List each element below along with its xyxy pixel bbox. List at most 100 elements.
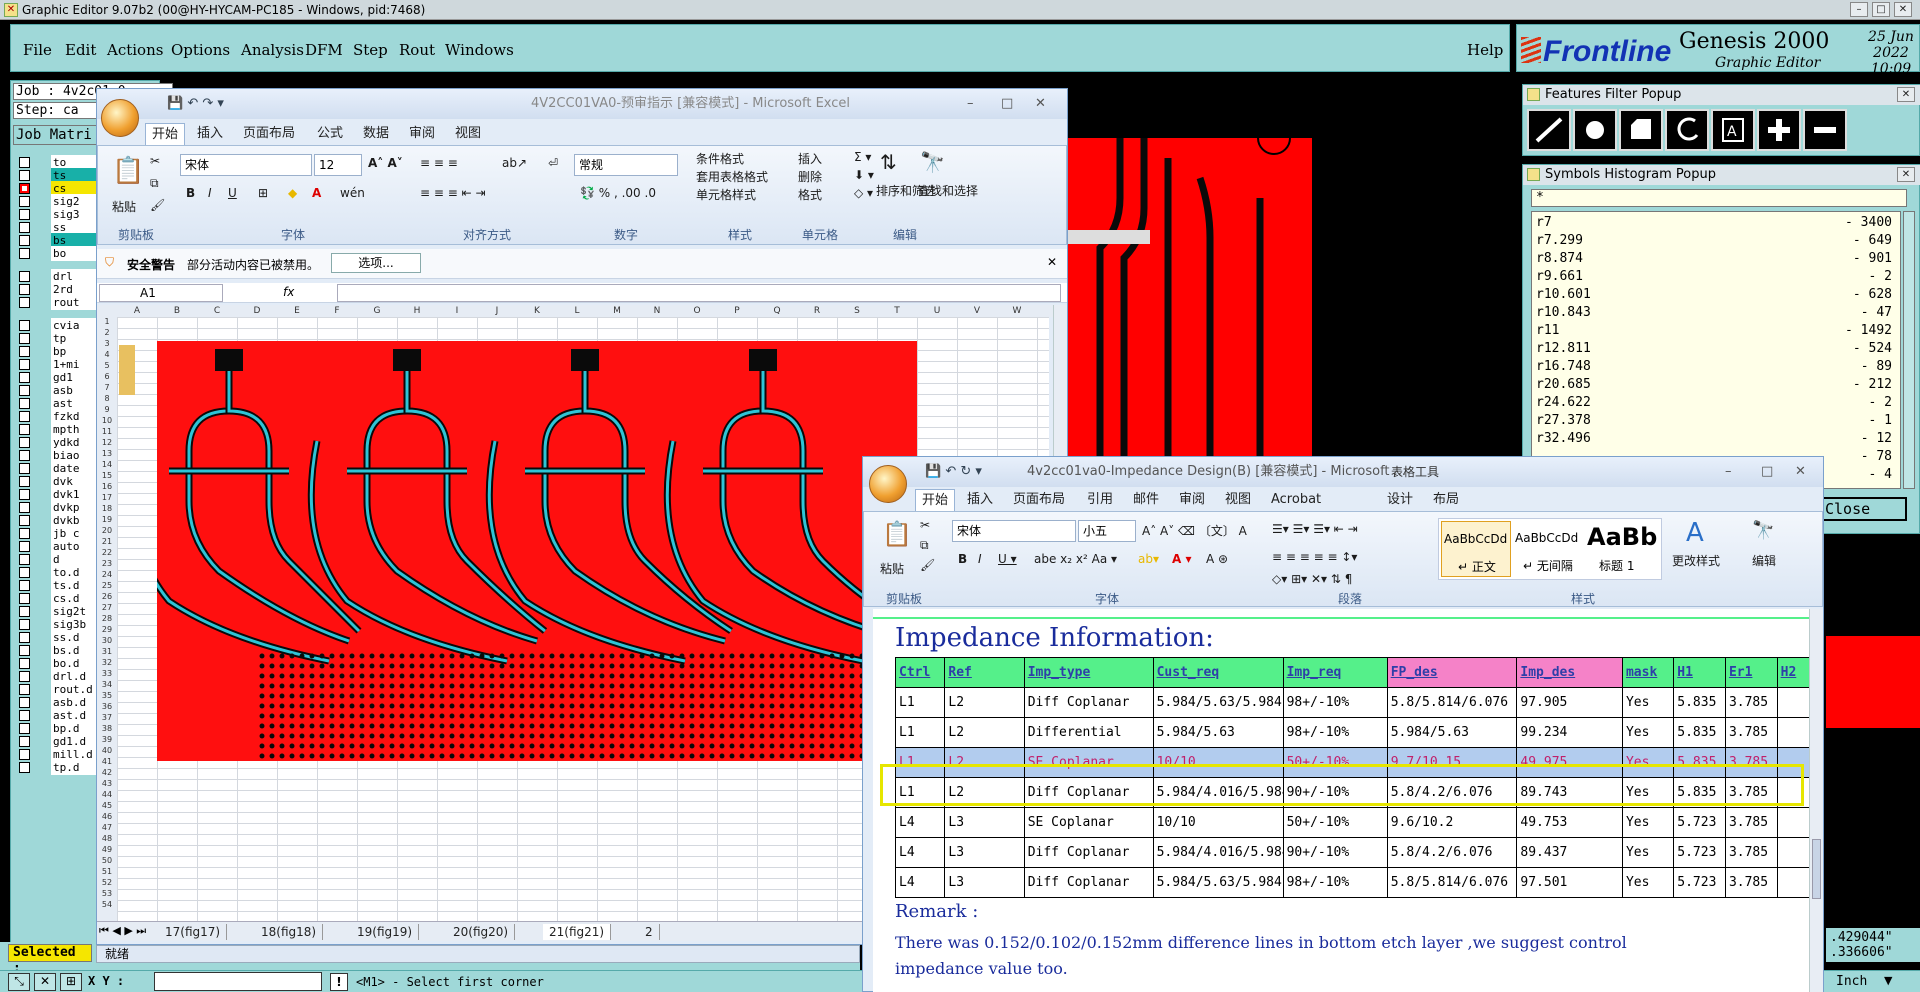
table-cell[interactable]: 99.234 xyxy=(1516,717,1623,748)
row-header[interactable]: 25 xyxy=(97,581,117,590)
menu-windows[interactable]: Windows xyxy=(445,41,514,59)
table-cell[interactable]: Yes xyxy=(1621,807,1675,838)
table-cell[interactable]: L3 xyxy=(944,867,1025,898)
table-cell[interactable]: Diff Coplanar xyxy=(1023,837,1154,868)
column-header[interactable]: G xyxy=(357,305,397,317)
table-cell[interactable]: 50+/-10% xyxy=(1282,807,1388,838)
positive-filter-button[interactable] xyxy=(1757,109,1801,151)
table-header-cell[interactable]: H1 xyxy=(1673,657,1726,688)
conditional-format-button[interactable]: 条件格式 xyxy=(696,150,744,167)
word-bold-icon[interactable]: B xyxy=(958,552,967,566)
row-header[interactable]: 52 xyxy=(97,878,117,887)
column-header[interactable]: L xyxy=(557,305,597,317)
table-cell[interactable] xyxy=(1776,837,1814,868)
word-shading-icon[interactable]: ◇▾ ⊞▾ ✕▾ ⇅ ¶ xyxy=(1272,572,1352,586)
ribbon-tab[interactable]: 公式 xyxy=(311,123,349,145)
change-styles-icon[interactable]: A xyxy=(1686,518,1704,548)
text-filter-button[interactable]: A xyxy=(1711,109,1755,151)
layer-checkbox[interactable] xyxy=(19,372,30,383)
ribbon-tab[interactable]: 布局 xyxy=(1427,489,1465,511)
column-header[interactable]: N xyxy=(637,305,677,317)
sheet-tab[interactable]: 21(fig21) xyxy=(543,924,612,940)
layer-checkbox[interactable] xyxy=(19,333,30,344)
ribbon-tab[interactable]: 审阅 xyxy=(1173,489,1211,511)
word-cut-icon[interactable]: ✂ xyxy=(920,518,930,532)
layer-name[interactable]: bo xyxy=(51,246,97,261)
ribbon-tab[interactable]: 设计 xyxy=(1381,489,1419,511)
table-header-cell[interactable]: mask xyxy=(1621,657,1675,688)
row-header[interactable]: 30 xyxy=(97,636,117,645)
select-tool-icon[interactable]: ⤡ xyxy=(8,973,30,991)
ribbon-tab[interactable]: 开始 xyxy=(145,123,186,145)
layer-checkbox[interactable] xyxy=(19,489,30,500)
negative-filter-button[interactable] xyxy=(1803,109,1847,151)
table-cell[interactable]: Diff Coplanar xyxy=(1023,867,1154,898)
ribbon-tab[interactable]: 视图 xyxy=(1219,489,1257,511)
symbol-row[interactable]: r9.661 - 2 xyxy=(1536,268,1896,286)
layer-checkbox[interactable] xyxy=(19,567,30,578)
sort-filter-icon[interactable]: ⇅ xyxy=(880,150,897,174)
row-header[interactable]: 4 xyxy=(97,350,117,359)
row-header[interactable]: 13 xyxy=(97,449,117,458)
layer-checkbox[interactable] xyxy=(19,723,30,734)
layer-checkbox[interactable] xyxy=(19,450,30,461)
symbol-filter-input[interactable]: * xyxy=(1531,189,1907,207)
row-header[interactable]: 29 xyxy=(97,625,117,634)
layer-checkbox[interactable] xyxy=(19,271,30,282)
table-cell[interactable] xyxy=(1776,717,1814,748)
layer-checkbox[interactable] xyxy=(19,346,30,357)
office-button[interactable] xyxy=(101,99,139,137)
paste-icon[interactable]: 📋 xyxy=(112,156,144,186)
layer-checkbox[interactable] xyxy=(19,170,30,181)
row-header[interactable]: 16 xyxy=(97,482,117,491)
word-paste-icon[interactable]: 📋 xyxy=(882,520,912,548)
table-header-cell[interactable]: Ctrl xyxy=(894,657,946,688)
sheet-tab[interactable]: 17(fig17) xyxy=(159,924,228,940)
maximize-button[interactable]: □ xyxy=(1872,2,1890,17)
row-header[interactable]: 23 xyxy=(97,559,117,568)
word-grow-shrink-icon[interactable]: A˄ A˅ ⌫ 〔文〕 A xyxy=(1142,522,1247,539)
column-header[interactable]: H xyxy=(397,305,437,317)
table-cell[interactable]: Yes xyxy=(1621,687,1675,718)
delete-cells-button[interactable]: 删除 xyxy=(798,168,822,185)
symbol-row[interactable]: r7 - 3400 xyxy=(1536,214,1896,232)
table-cell[interactable]: 5.723 xyxy=(1673,807,1726,838)
word-copy-icon[interactable]: ⧉ xyxy=(920,538,929,553)
layer-checkbox[interactable] xyxy=(19,749,30,760)
word-office-button[interactable] xyxy=(869,465,907,503)
find-select-button[interactable]: 查找和选择 xyxy=(918,182,978,199)
row-header[interactable]: 18 xyxy=(97,504,117,513)
word-highlight-icon[interactable]: ab▾ xyxy=(1138,552,1159,566)
column-header[interactable]: B xyxy=(157,305,197,317)
sheet-tab[interactable]: 2 xyxy=(639,924,660,940)
arc-filter-button[interactable] xyxy=(1665,109,1709,151)
table-header-cell[interactable]: Ref xyxy=(944,657,1025,688)
table-cell[interactable]: 5.984/5.63 xyxy=(1152,717,1284,748)
row-header[interactable]: 19 xyxy=(97,515,117,524)
word-edit-button[interactable]: 编辑 xyxy=(1752,552,1776,569)
word-size-combo[interactable]: 小五 xyxy=(1078,520,1136,542)
paste-button[interactable]: 粘贴 xyxy=(112,198,136,215)
sum-icon[interactable]: Σ ▾ xyxy=(854,150,871,164)
font-name-combo[interactable]: 宋体 xyxy=(180,154,312,176)
grow-font-icon[interactable]: A˄ A˅ xyxy=(368,156,403,170)
symbol-row[interactable]: r32.496 - 12 xyxy=(1536,430,1896,448)
table-cell[interactable]: L2 xyxy=(944,717,1025,748)
layer-checkbox[interactable] xyxy=(19,463,30,474)
table-cell[interactable]: 98+/-10% xyxy=(1282,717,1388,748)
table-cell[interactable]: 10/10 xyxy=(1152,807,1284,838)
layer-name[interactable]: tp.d xyxy=(51,760,97,775)
layer-checkbox[interactable] xyxy=(19,222,30,233)
layer-checkbox[interactable] xyxy=(19,762,30,773)
units-dropdown-icon[interactable]: ▼ xyxy=(1884,974,1892,987)
format-cells-button[interactable]: 格式 xyxy=(798,186,822,203)
column-header[interactable]: K xyxy=(517,305,557,317)
column-header[interactable]: Q xyxy=(757,305,797,317)
close-button[interactable]: ✕ xyxy=(1894,2,1912,17)
table-cell[interactable]: L3 xyxy=(944,837,1025,868)
table-cell[interactable]: 5.723 xyxy=(1673,837,1726,868)
align-left-icon[interactable]: ≡ ≡ ≡ ⇤ ⇥ xyxy=(420,186,486,200)
layer-checkbox[interactable] xyxy=(19,736,30,747)
word-align-icon[interactable]: ≡ ≡ ≡ ≡ ≡ ↕▾ xyxy=(1272,550,1357,564)
row-header[interactable]: 37 xyxy=(97,713,117,722)
